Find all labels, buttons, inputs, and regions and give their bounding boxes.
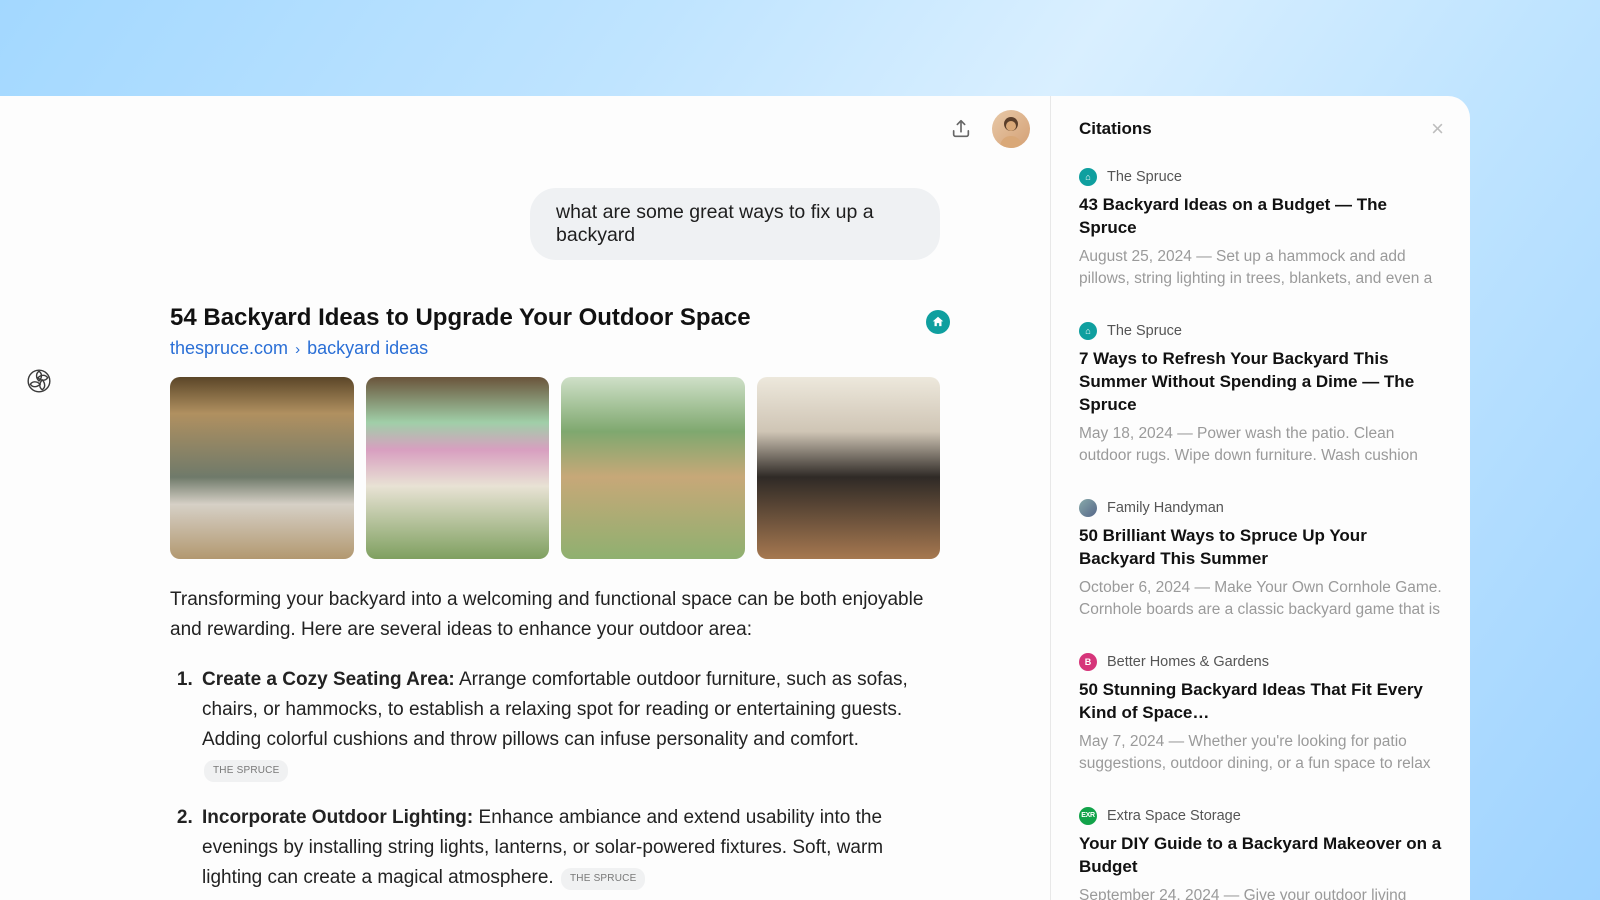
user-query-text: what are some great ways to fix up a bac… <box>556 201 874 246</box>
citation-title: Your DIY Guide to a Backyard Makeover on… <box>1079 833 1444 879</box>
breadcrumb-path: backyard ideas <box>307 338 428 358</box>
thumbnail-image[interactable] <box>561 377 745 559</box>
app-panel: what are some great ways to fix up a bac… <box>0 96 1470 900</box>
citation-title: 7 Ways to Refresh Your Backyard This Sum… <box>1079 348 1444 417</box>
toolbar <box>950 110 1030 148</box>
user-query-bubble: what are some great ways to fix up a bac… <box>530 188 940 260</box>
idea-title: Incorporate Outdoor Lighting: <box>202 807 473 828</box>
citation-item[interactable]: B Better Homes & Gardens 50 Stunning Backy… <box>1079 653 1444 779</box>
conversation: what are some great ways to fix up a bac… <box>110 188 940 900</box>
citation-source-name: Extra Space Storage <box>1107 808 1241 824</box>
result-header: 54 Backyard Ideas to Upgrade Your Outdoo… <box>170 304 940 359</box>
breadcrumb-domain: thespruce.com <box>170 338 288 358</box>
sidebar-header: Citations × <box>1079 118 1444 140</box>
answer-intro: Transforming your backyard into a welcom… <box>170 585 940 645</box>
source-favicon-icon: B <box>1079 653 1097 671</box>
idea-item: Create a Cozy Seating Area: Arrange comf… <box>198 665 940 785</box>
citation-source-line: ⌂ The Spruce <box>1079 168 1444 186</box>
citation-title: 50 Brilliant Ways to Spruce Up Your Back… <box>1079 525 1444 571</box>
idea-item: Incorporate Outdoor Lighting: Enhance am… <box>198 803 940 893</box>
inline-citation-pill[interactable]: THE SPRUCE <box>561 868 645 890</box>
citation-item[interactable]: ⌂ The Spruce 43 Backyard Ideas on a Budget… <box>1079 168 1444 294</box>
user-avatar[interactable] <box>992 110 1030 148</box>
ideas-list: Create a Cozy Seating Area: Arrange comf… <box>170 665 940 900</box>
idea-title: Create a Cozy Seating Area: <box>202 669 455 690</box>
source-favicon-icon: ⌂ <box>1079 168 1097 186</box>
image-thumbnails <box>170 377 940 559</box>
main-column: what are some great ways to fix up a bac… <box>0 96 1050 900</box>
citation-description: October 6, 2024 — Make Your Own Cornhole… <box>1079 577 1444 625</box>
citation-description: May 7, 2024 — Whether you're looking for… <box>1079 731 1444 779</box>
citation-source-name: The Spruce <box>1107 169 1182 185</box>
citation-source-name: Better Homes & Gardens <box>1107 654 1269 670</box>
share-icon[interactable] <box>950 118 972 140</box>
citation-source-line: ⌂ The Spruce <box>1079 322 1444 340</box>
citation-source-name: The Spruce <box>1107 323 1182 339</box>
citations-list: ⌂ The Spruce 43 Backyard Ideas on a Budget… <box>1079 168 1444 900</box>
citation-item[interactable]: EXR Extra Space Storage Your DIY Guide to … <box>1079 807 1444 900</box>
assistant-logo-icon <box>26 368 52 394</box>
source-favicon-icon <box>1079 499 1097 517</box>
citation-source-name: Family Handyman <box>1107 500 1224 516</box>
thumbnail-image[interactable] <box>170 377 354 559</box>
result-breadcrumb[interactable]: thespruce.com › backyard ideas <box>170 338 940 359</box>
citation-source-line: B Better Homes & Gardens <box>1079 653 1444 671</box>
citation-title: 43 Backyard Ideas on a Budget — The Spru… <box>1079 194 1444 240</box>
page-background: what are some great ways to fix up a bac… <box>0 0 1600 900</box>
citation-description: August 25, 2024 — Set up a hammock and a… <box>1079 246 1444 294</box>
citation-title: 50 Stunning Backyard Ideas That Fit Ever… <box>1079 679 1444 725</box>
citation-item[interactable]: ⌂ The Spruce 7 Ways to Refresh Your Backya… <box>1079 322 1444 471</box>
citations-sidebar: Citations × ⌂ The Spruce 43 Backyard Ideas… <box>1050 96 1470 900</box>
citations-heading: Citations <box>1079 119 1152 139</box>
source-badge-icon[interactable] <box>926 310 950 334</box>
citation-description: May 18, 2024 — Power wash the patio. Cle… <box>1079 423 1444 471</box>
source-favicon-icon: EXR <box>1079 807 1097 825</box>
result-title: 54 Backyard Ideas to Upgrade Your Outdoo… <box>170 304 940 332</box>
thumbnail-image[interactable] <box>757 377 941 559</box>
inline-citation-pill[interactable]: THE SPRUCE <box>204 760 288 782</box>
close-icon[interactable]: × <box>1431 118 1444 140</box>
citation-source-line: EXR Extra Space Storage <box>1079 807 1444 825</box>
thumbnail-image[interactable] <box>366 377 550 559</box>
citation-item[interactable]: Family Handyman 50 Brilliant Ways to Spru… <box>1079 499 1444 625</box>
chevron-right-icon: › <box>293 341 302 358</box>
source-favicon-icon: ⌂ <box>1079 322 1097 340</box>
citation-source-line: Family Handyman <box>1079 499 1444 517</box>
citation-description: September 24, 2024 — Give your outdoor l… <box>1079 885 1444 900</box>
